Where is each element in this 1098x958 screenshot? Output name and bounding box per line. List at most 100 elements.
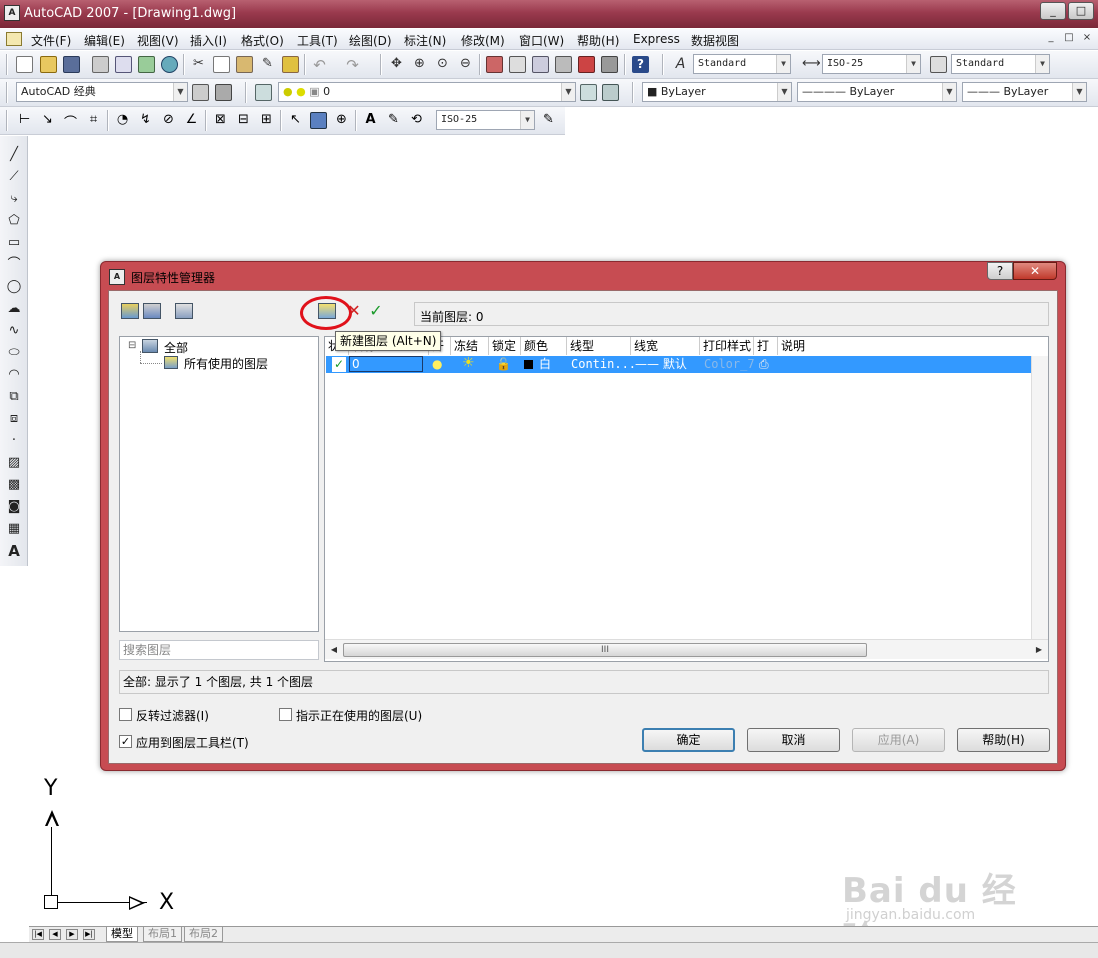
menu-data-view[interactable]: 数据视图 [691,32,739,49]
line-icon[interactable]: ╱ [5,146,23,164]
toolbar-grip[interactable] [632,82,634,103]
tab-layout2[interactable]: 布局2 [184,927,223,942]
chevron-down-icon[interactable]: ▼ [776,55,790,73]
workspace-combo[interactable]: AutoCAD 经典 ▼ [16,82,188,102]
table-style-combo[interactable]: Standard ▼ [951,54,1050,74]
gradient-icon[interactable]: ▩ [5,476,23,494]
first-tab-button[interactable]: |◀ [32,929,44,940]
chevron-down-icon[interactable]: ▼ [906,55,920,73]
set-current-icon[interactable]: ✓ [367,303,385,319]
baseline-dimension-icon[interactable]: ⊟ [235,112,252,129]
toolbar-grip[interactable] [6,82,8,103]
ellipse-icon[interactable]: ⬭ [5,344,23,362]
quick-dimension-icon[interactable]: ⊠ [212,112,229,129]
jogged-dimension-icon[interactable]: ↯ [137,112,154,129]
col-description[interactable]: 说明 [778,337,1048,355]
arc-length-icon[interactable]: ⌒ [62,112,79,131]
tree-item-all-used[interactable]: 所有使用的图层 [184,355,268,372]
ordinate-dimension-icon[interactable]: ⌗ [85,112,102,129]
diameter-dimension-icon[interactable]: ⊘ [160,112,177,129]
tolerance-icon[interactable] [310,112,327,129]
menu-window[interactable]: 窗口(W) [519,32,564,49]
menu-edit[interactable]: 编辑(E) [84,32,125,49]
hatch-icon[interactable]: ▨ [5,454,23,472]
table-style-icon[interactable] [930,56,947,73]
zoom-window-icon[interactable]: ⊙ [434,56,451,73]
chevron-down-icon[interactable]: ▼ [520,111,534,129]
paste-icon[interactable] [236,56,253,73]
plot-printer-icon[interactable]: ⎙ [759,357,769,372]
dimension-style-manager-icon[interactable]: ✎ [540,112,557,129]
table-icon[interactable]: ▦ [5,520,23,538]
search-layers-input[interactable]: 搜索图层 [119,640,319,660]
help-icon[interactable]: ? [632,56,649,73]
chevron-down-icon[interactable]: ▼ [1035,55,1049,73]
tree-expander-icon[interactable]: ⊟ [128,340,136,351]
apply-to-toolbar-checkbox[interactable]: ✓ [119,735,132,748]
col-color[interactable]: 颜色 [521,337,567,355]
menu-modify[interactable]: 修改(M) [461,32,505,49]
redo-icon[interactable]: ↷ [344,56,361,74]
col-freeze[interactable]: 冻结 [451,337,489,355]
vertical-scrollbar[interactable] [1031,356,1048,639]
properties-icon[interactable] [486,56,503,73]
toolbar-grip[interactable] [245,82,247,103]
layer-previous-icon[interactable] [602,84,619,101]
angular-dimension-icon[interactable]: ∠ [183,112,200,129]
undo-icon[interactable]: ↶ [311,56,328,74]
tab-model[interactable]: 模型 [106,927,138,942]
dialog-help-button[interactable]: ? [987,262,1013,280]
ellipse-arc-icon[interactable]: ◠ [5,366,23,384]
3d-dwf-icon[interactable] [161,56,178,73]
center-mark-icon[interactable]: ⊕ [333,112,350,129]
prev-tab-button[interactable]: ◀ [49,929,61,940]
menu-file[interactable]: 文件(F) [31,32,71,49]
delete-layer-icon[interactable]: ✕ [345,303,363,319]
point-icon[interactable]: · [5,432,23,450]
layer-manager-icon[interactable] [255,84,272,101]
layer-states-manager-icon[interactable] [175,303,193,319]
publish-icon[interactable] [138,56,155,73]
layer-linetype-value[interactable]: Contin... [571,357,636,372]
apply-button[interactable]: 应用(A) [852,728,945,752]
insert-block-icon[interactable]: ⧉ [5,388,23,406]
menu-help[interactable]: 帮助(H) [577,32,619,49]
region-icon[interactable]: ◙ [5,498,23,516]
color-combo[interactable]: ■ ByLayer ▼ [642,82,792,102]
linear-dimension-icon[interactable]: ⊢ [16,112,33,129]
next-tab-button[interactable]: ▶ [66,929,78,940]
doc-close-button[interactable]: × [1080,32,1094,46]
print-icon[interactable] [92,56,109,73]
save-icon[interactable] [63,56,80,73]
revision-cloud-icon[interactable]: ☁ [5,300,23,318]
table-row[interactable]: ✓ 0 ● ☀ 🔓 白 Contin... —— 默认 Color_7 ⎙ [326,356,1048,373]
dialog-close-button[interactable]: ✕ [1013,262,1057,280]
tree-item-all[interactable]: 全部 [164,339,188,356]
last-tab-button[interactable]: ▶| [83,929,95,940]
doc-minimize-button[interactable]: _ [1044,32,1058,46]
col-lock[interactable]: 锁定 [489,337,521,355]
markup-icon[interactable] [578,56,595,73]
toolbar-grip[interactable] [6,110,8,131]
layer-unlock-icon[interactable]: 🔓 [496,357,511,372]
new-file-icon[interactable] [16,56,33,73]
arc-icon[interactable]: ⌒ [5,256,23,274]
col-plot-style[interactable]: 打印样式 [700,337,754,355]
make-block-icon[interactable]: ⧈ [5,410,23,428]
dimension-update-icon[interactable]: ⟲ [408,112,425,129]
match-properties-icon[interactable]: ✎ [259,56,276,73]
dimension-edit-icon[interactable]: A [362,112,379,129]
maximize-button[interactable]: □ [1068,2,1094,20]
dimension-style-combo[interactable]: ISO-25 ▼ [436,110,535,130]
scroll-left-icon[interactable]: ◀ [327,643,341,657]
menu-insert[interactable]: 插入(I) [190,32,227,49]
continue-dimension-icon[interactable]: ⊞ [258,112,275,129]
workspace-settings-icon[interactable] [192,84,209,101]
layer-lineweight-value[interactable]: —— 默认 [635,357,687,372]
construction-line-icon[interactable]: ⟋ [5,168,23,186]
chevron-down-icon[interactable]: ▼ [173,83,187,101]
multiline-text-icon[interactable]: A [5,542,23,560]
block-editor-icon[interactable] [282,56,299,73]
chevron-down-icon[interactable]: ▼ [777,83,791,101]
document-icon[interactable] [6,32,22,46]
